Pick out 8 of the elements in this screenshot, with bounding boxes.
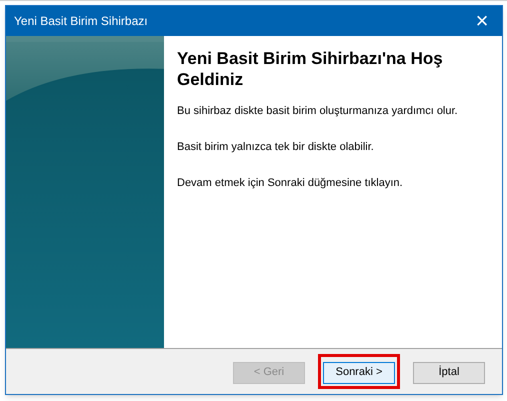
window-title: Yeni Basit Birim Sihirbazı bbox=[14, 13, 148, 30]
description-text: Basit birim yalnızca tek bir diskte olabilir. bbox=[177, 140, 375, 154]
wizard-button[interactable]: İptal bbox=[413, 362, 485, 384]
wizard-heading: Yeni Basit Birim Sihirbazı'na Hoş Geldiniz bbox=[177, 48, 444, 90]
wizard-button[interactable]: Sonraki > bbox=[323, 362, 395, 384]
close-button[interactable]: × bbox=[462, 6, 502, 36]
description-text: Bu sihirbaz diskte basit birim oluşturmanıza yardımcı olur. bbox=[177, 104, 459, 118]
description-text: Devam etmek için Sonraki düğmesine tıklayın. bbox=[177, 176, 404, 190]
